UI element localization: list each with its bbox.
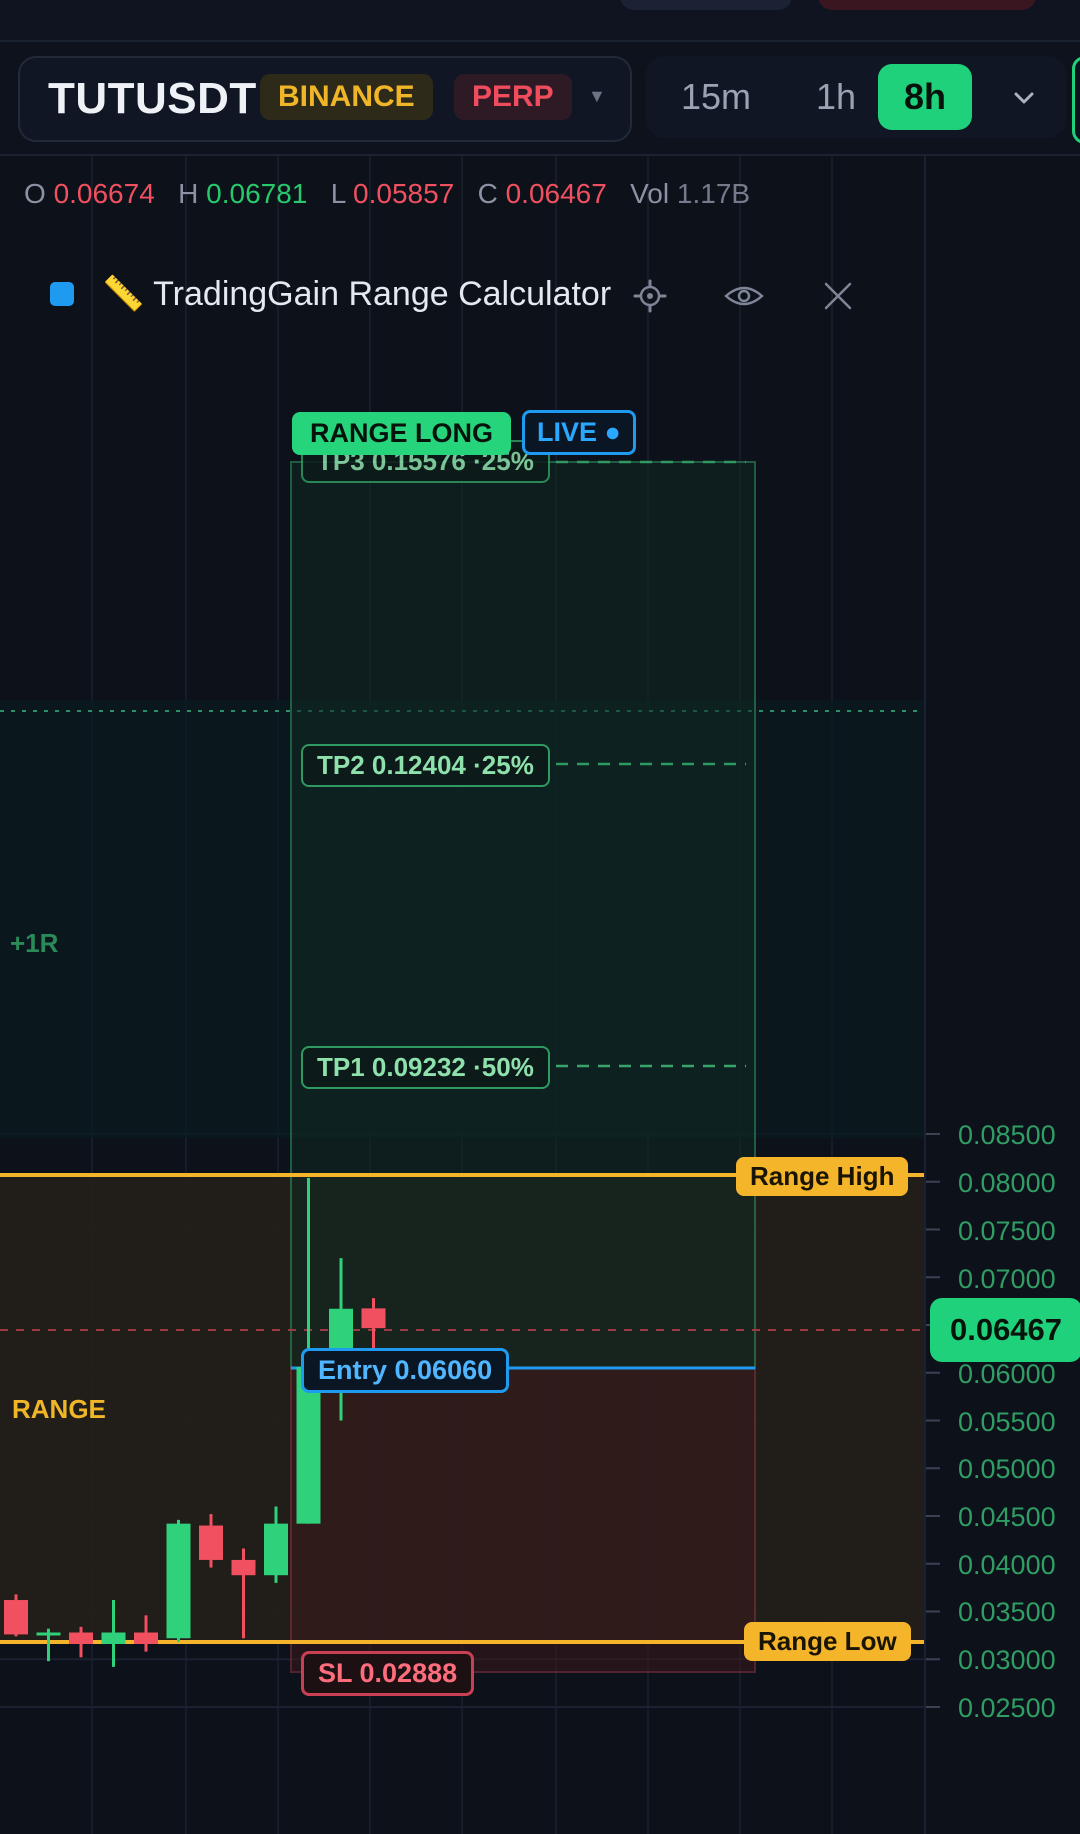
plus-1r-label: +1R: [10, 928, 59, 958]
tp2-label[interactable]: TP2 0.12404 ·25%: [301, 744, 550, 787]
settings-icon[interactable]: [632, 278, 668, 314]
entry-label[interactable]: Entry 0.06060: [301, 1348, 510, 1393]
candle-body: [166, 1523, 191, 1639]
price-tick: 0.05000: [958, 1454, 1056, 1484]
open-value: 0.06674: [53, 178, 155, 209]
high-value: 0.06781: [206, 178, 308, 209]
tp1-label[interactable]: TP1 0.09232 ·50%: [301, 1046, 550, 1089]
volume-label: Vol: [630, 178, 670, 209]
profit-zone: [290, 461, 756, 1369]
price-tick: 0.06000: [958, 1359, 1056, 1389]
close-value: 0.06467: [505, 178, 607, 209]
stop-loss-label[interactable]: SL 0.02888: [301, 1651, 475, 1696]
low-value: 0.05857: [353, 178, 455, 209]
close-icon[interactable]: [820, 278, 856, 314]
candle-body: [231, 1559, 256, 1576]
price-tick: 0.07500: [958, 1216, 1056, 1246]
price-tick: 0.02500: [958, 1693, 1056, 1723]
candle-body: [199, 1525, 223, 1560]
price-tick: 0.05500: [958, 1407, 1056, 1437]
range-high-label[interactable]: Range High: [736, 1157, 909, 1196]
high-label: H: [178, 178, 199, 209]
price-tick: 0.04000: [958, 1550, 1056, 1580]
indicator-title: 📏 TradingGain Range Calculator: [102, 275, 612, 313]
candle-body: [101, 1632, 126, 1644]
candle-body: [361, 1308, 386, 1329]
indicator-color-swatch[interactable]: [50, 282, 74, 306]
candle-body: [36, 1632, 61, 1636]
candle-body: [264, 1523, 288, 1576]
range-label: RANGE: [12, 1394, 106, 1424]
candle-body: [69, 1632, 93, 1644]
close-label: C: [477, 178, 498, 209]
ohlc-readout: O 0.06674 H 0.06781 L 0.05857 C 0.06467 …: [24, 178, 750, 210]
eye-icon[interactable]: [724, 278, 764, 314]
price-tick: 0.07000: [958, 1264, 1056, 1294]
live-badge: LIVE ●: [522, 410, 636, 455]
open-label: O: [24, 178, 46, 209]
range-low-label[interactable]: Range Low: [744, 1622, 911, 1661]
price-tick: 0.08500: [958, 1120, 1056, 1150]
current-price-badge: 0.06467: [930, 1298, 1080, 1362]
candle-body: [134, 1632, 158, 1644]
indicator-legend: 📏 TradingGain Range Calculator: [50, 270, 870, 320]
price-tick: 0.04500: [958, 1502, 1056, 1532]
volume-value: 1.17B: [676, 178, 751, 209]
price-tick: 0.03500: [958, 1597, 1056, 1627]
candle-body: [4, 1600, 28, 1635]
price-tick: 0.03000: [958, 1645, 1056, 1675]
loss-zone: [290, 1367, 756, 1673]
range-long-badge: RANGE LONG: [292, 412, 512, 455]
price-tick: 0.08000: [958, 1168, 1056, 1198]
low-label: L: [330, 178, 346, 209]
